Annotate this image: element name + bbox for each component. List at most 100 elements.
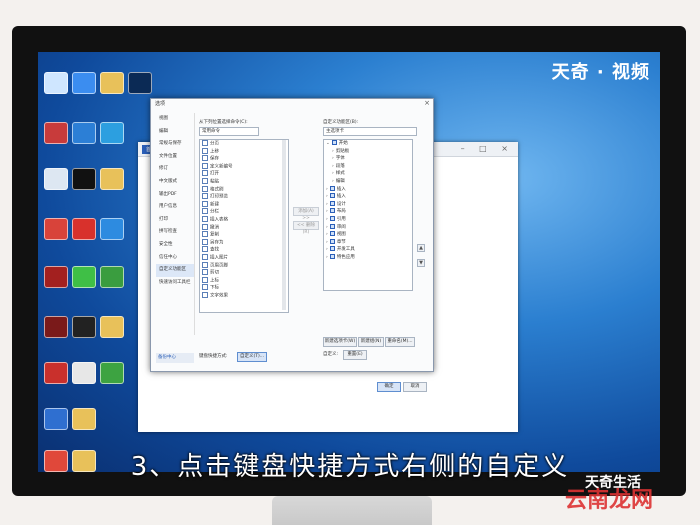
nav-item[interactable]: 中文版式 [156, 176, 194, 189]
qq-icon[interactable] [72, 168, 96, 190]
list-item[interactable]: 定义新编号 [200, 162, 288, 171]
commands-from-select[interactable]: 常用命令 [199, 127, 259, 136]
app-icon-blue-2[interactable] [44, 408, 68, 430]
list-item[interactable]: 上移 [200, 147, 288, 156]
tree-item[interactable]: › 插入 [324, 193, 412, 201]
rename-button[interactable]: 重命名(M)... [385, 337, 415, 347]
checkbox-icon[interactable] [329, 185, 335, 191]
checkbox-icon[interactable] [329, 200, 335, 206]
checkbox-icon[interactable] [329, 231, 335, 237]
list-item[interactable]: 查找 [200, 246, 288, 254]
flash-icon[interactable] [44, 266, 68, 288]
list-item[interactable]: 插入图片 [200, 253, 288, 262]
tree-item[interactable]: › 字体 [324, 155, 412, 163]
customize-shortcut-button[interactable]: 自定义(T)... [237, 352, 267, 362]
list-item[interactable]: 文字效果 [200, 291, 288, 300]
nav-item[interactable]: 常规与保存 [156, 138, 194, 151]
checkbox-icon[interactable] [329, 215, 335, 221]
checkbox-icon[interactable] [331, 140, 337, 145]
list-item[interactable]: 上标 [200, 276, 288, 285]
folder-icon[interactable] [100, 72, 124, 94]
tree-item[interactable]: ⌄ 开始 [324, 140, 412, 148]
window-controls-icon[interactable]: – □ × [461, 144, 514, 153]
nav-item[interactable]: 修订 [156, 163, 194, 176]
commands-list[interactable]: 分页 上移 保存 定义新编号 打开 粘贴 格式刷 打印预览 新建 分栏 插入表格… [199, 139, 289, 313]
nav-item[interactable]: 用户信息 [156, 201, 194, 214]
nav-item[interactable]: 输出PDF [156, 189, 194, 202]
commands-scrollbar[interactable] [282, 140, 286, 310]
tree-item[interactable]: › 样式 [324, 170, 412, 178]
nav-item[interactable]: 拼写检查 [156, 226, 194, 239]
list-item[interactable]: 下标 [200, 284, 288, 292]
list-item[interactable]: 格式刷 [200, 185, 288, 194]
reset-button[interactable]: 重置(E) [343, 350, 367, 360]
tree-item[interactable]: › 特色应用 [324, 253, 412, 262]
list-item[interactable]: 插入表格 [200, 215, 288, 224]
tree-item[interactable]: › 开发工具 [324, 246, 412, 254]
browser-icon[interactable] [100, 266, 124, 288]
computer-icon[interactable] [44, 72, 68, 94]
network-icon[interactable] [72, 122, 96, 144]
netease-music-icon[interactable] [72, 218, 96, 240]
app-icon-red-3[interactable] [44, 362, 68, 384]
nav-item[interactable]: 视图 [156, 113, 194, 126]
move-down-icon[interactable]: ▼ [417, 259, 425, 267]
checkbox-icon[interactable] [329, 223, 335, 229]
checkbox-icon[interactable] [329, 246, 335, 252]
app-icon-dark-red[interactable] [44, 316, 68, 338]
nav-item[interactable]: 信任中心 [156, 252, 194, 265]
tree-item[interactable]: › 段落 [324, 163, 412, 171]
list-item[interactable]: 保存 [200, 155, 288, 163]
list-item[interactable]: 页眉页脚 [200, 261, 288, 270]
nav-item[interactable]: 安全性 [156, 239, 194, 252]
list-item[interactable]: 打开 [200, 170, 288, 178]
nav-item-customize-ribbon[interactable]: 自定义功能区 [156, 264, 194, 277]
app-icon-arrow[interactable] [72, 72, 96, 94]
checkbox-icon[interactable] [329, 238, 335, 244]
list-item[interactable]: 另存为 [200, 238, 288, 247]
ribbon-tree[interactable]: ⌄ 开始 › 剪贴板 › 字体 › 段落 › 样式 › 编辑 › 插入 › 插入 › 设计 › 布局… [323, 139, 413, 291]
grid-app-icon[interactable] [100, 122, 124, 144]
list-item[interactable]: 撤消 [200, 223, 288, 232]
list-item[interactable]: 粘贴 [200, 177, 288, 186]
photoshop-icon[interactable] [128, 72, 152, 94]
nav-item[interactable]: 文件位置 [156, 151, 194, 164]
app-icon-red[interactable] [44, 122, 68, 144]
tree-item[interactable]: › 布局 [324, 208, 412, 216]
app-icon-red-2[interactable] [44, 218, 68, 240]
cancel-button[interactable]: 取消 [403, 382, 427, 392]
ribbon-select[interactable]: 主选项卡 [323, 127, 417, 136]
tree-item[interactable]: › 设计 [324, 200, 412, 209]
list-item[interactable]: 新建 [200, 200, 288, 209]
tree-item[interactable]: › 编辑 [324, 178, 412, 186]
nav-item[interactable]: 编辑 [156, 126, 194, 139]
checkbox-icon[interactable] [329, 253, 335, 259]
tree-item[interactable]: › 插入 [324, 185, 412, 194]
list-item[interactable]: 打印预览 [200, 193, 288, 201]
checkbox-icon[interactable] [329, 193, 335, 199]
folder-icon-4[interactable] [72, 408, 96, 430]
document-icon[interactable] [72, 362, 96, 384]
new-group-button[interactable]: 新建组(N) [358, 337, 384, 347]
list-item[interactable]: 复制 [200, 231, 288, 239]
folder-icon-3[interactable] [100, 316, 124, 338]
list-item[interactable]: 剪切 [200, 269, 288, 277]
app-icon-blue[interactable] [100, 218, 124, 240]
list-item[interactable]: 分页 [200, 140, 288, 148]
close-icon[interactable]: × [424, 99, 430, 107]
tree-item[interactable]: › 章节 [324, 238, 412, 247]
add-button[interactable]: 添加(A) >> [293, 207, 319, 221]
recycle-bin-icon[interactable] [44, 168, 68, 190]
remove-button[interactable]: << 删除(R) [293, 221, 319, 235]
tree-item[interactable]: › 引用 [324, 215, 412, 224]
list-item[interactable]: 分栏 [200, 208, 288, 216]
tree-item[interactable]: › 视图 [324, 231, 412, 239]
app-icon-pink[interactable] [72, 316, 96, 338]
tree-item[interactable]: › 审阅 [324, 223, 412, 232]
backup-center-button[interactable]: 备份中心 [156, 353, 194, 363]
nav-item[interactable]: 打印 [156, 214, 194, 227]
ok-button[interactable]: 确定 [377, 382, 401, 392]
wechat-icon[interactable] [72, 266, 96, 288]
checkbox-icon[interactable] [329, 208, 335, 214]
nav-item[interactable]: 快速访问工具栏 [156, 277, 194, 290]
